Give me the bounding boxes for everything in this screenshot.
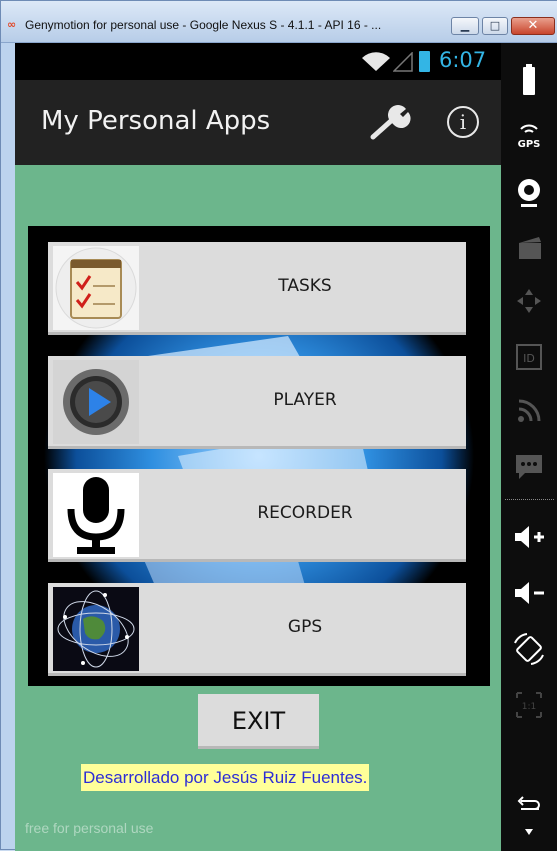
- action-bar: My Personal Apps i: [15, 80, 501, 165]
- camera-icon[interactable]: [509, 229, 549, 269]
- rss-icon[interactable]: [509, 391, 549, 431]
- volume-down-icon[interactable]: [509, 573, 549, 613]
- webcam-icon[interactable]: [509, 173, 549, 213]
- minimize-icon: ▁: [460, 19, 470, 32]
- window-title: Genymotion for personal use - Google Nex…: [25, 18, 382, 32]
- scroll-down-icon[interactable]: [509, 823, 549, 843]
- app-title: My Personal Apps: [41, 106, 271, 136]
- player-button[interactable]: PLAYER: [48, 356, 466, 449]
- close-icon: ✕: [527, 18, 539, 33]
- device-screen: 6:07 My Personal Apps i TASKS PLAYER REC…: [15, 43, 501, 851]
- volume-up-icon[interactable]: [509, 517, 549, 557]
- gps-label: GPS: [287, 617, 323, 637]
- status-clock: 6:07: [439, 48, 487, 72]
- id-sidebar-label: ID: [523, 352, 535, 365]
- wifi-icon: [362, 52, 390, 71]
- recorder-button[interactable]: RECORDER: [48, 469, 466, 562]
- battery-icon: [419, 51, 430, 72]
- genymotion-window: ∞ Genymotion for personal use - Google N…: [0, 0, 557, 851]
- watermark-text: free for personal use: [25, 820, 154, 836]
- maximize-icon: □: [489, 19, 501, 32]
- android-status-bar: 6:07: [15, 43, 501, 80]
- id-icon[interactable]: ID: [509, 337, 549, 377]
- info-glyph: i: [459, 110, 467, 134]
- play-button-icon: [53, 360, 139, 444]
- tasks-notepad-icon: [53, 246, 139, 330]
- genymotion-logo-icon: ∞: [7, 18, 17, 31]
- window-titlebar[interactable]: ∞ Genymotion for personal use - Google N…: [1, 1, 557, 43]
- dpad-icon[interactable]: [509, 281, 549, 321]
- gps-icon[interactable]: GPS: [509, 113, 549, 153]
- battery-icon[interactable]: [509, 61, 549, 101]
- author-credit: Desarrollado por Jesús Ruiz Fuentes.: [81, 764, 370, 791]
- gps-button[interactable]: GPS: [48, 583, 466, 676]
- sms-icon[interactable]: [509, 447, 549, 487]
- minimize-button[interactable]: ▁: [451, 17, 479, 35]
- tasks-label: TASKS: [278, 276, 332, 296]
- menu-panel: TASKS PLAYER RECORDER GPS: [28, 226, 490, 686]
- wrench-icon[interactable]: [370, 104, 412, 140]
- exit-button[interactable]: EXIT: [198, 694, 319, 749]
- tasks-button[interactable]: TASKS: [48, 242, 466, 335]
- info-icon[interactable]: i: [447, 106, 479, 138]
- close-button[interactable]: ✕: [511, 17, 555, 35]
- scale-icon[interactable]: 1:1: [509, 685, 549, 725]
- microphone-icon: [53, 473, 139, 557]
- signal-icon: [393, 52, 413, 72]
- genymotion-sidebar: GPS ID 1:1: [501, 43, 557, 851]
- globe-satellites-icon: [53, 587, 139, 671]
- rotate-icon[interactable]: [509, 629, 549, 669]
- sidebar-separator: [505, 499, 554, 500]
- recorder-label: RECORDER: [257, 503, 353, 523]
- scale-sidebar-label: 1:1: [522, 702, 536, 712]
- back-icon[interactable]: [509, 785, 549, 825]
- maximize-button[interactable]: □: [482, 17, 508, 35]
- gps-sidebar-label: GPS: [518, 139, 541, 150]
- player-label: PLAYER: [273, 390, 337, 410]
